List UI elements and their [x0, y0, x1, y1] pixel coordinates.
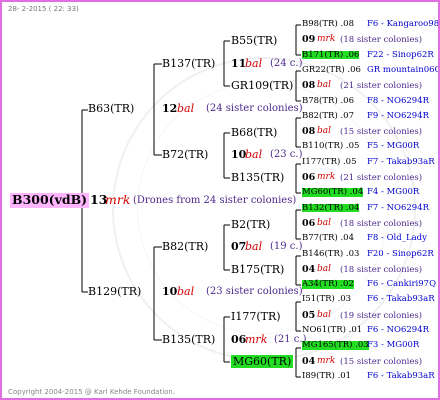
gen2-mark: bal	[245, 148, 263, 161]
gen4-location: F8 - NO6294R	[367, 95, 430, 106]
gen4-note: (18 sister colonies)	[340, 264, 423, 275]
gen3-queen[interactable]: B68(TR)	[231, 127, 277, 138]
gen4-queen[interactable]: B132(TR) .04	[302, 204, 360, 213]
gen4-mark: mrk	[317, 172, 336, 182]
gen4-note: (15 sister colonies)	[340, 356, 423, 367]
gen1-note: (24 sister colonies)	[206, 103, 303, 114]
gen4-queen[interactable]: I177(TR) .05	[302, 158, 357, 167]
root-note: (Drones from 24 sister colonies)	[133, 195, 297, 206]
gen4-mark: bal	[317, 263, 332, 274]
gen4-queen[interactable]: A34(TR) .02	[302, 280, 354, 289]
gen4-location: F6 - Cankiri97Q	[367, 279, 437, 290]
gen1-mark: bal	[177, 285, 195, 298]
gen4-location: F4 - MG00R	[367, 187, 420, 198]
gen2-mark: bal	[245, 240, 263, 253]
gen2-note: (23 c.)	[270, 149, 303, 160]
gen2-mark: bal	[245, 57, 263, 70]
gen4-location: F20 - Sinop62R	[367, 248, 434, 259]
gen4-location: F7 - NO6294R	[367, 202, 430, 213]
gen4-queen[interactable]: B110(TR) .05	[302, 142, 359, 151]
gen4-queen[interactable]: NO61(TR) .01	[302, 326, 362, 335]
gen2-note: (19 c.)	[270, 241, 303, 252]
gen4-year: 08	[302, 126, 316, 138]
gen4-queen[interactable]: B77(TR) .04	[302, 234, 354, 243]
gen4-location: F6 - Kangaroo98R	[367, 19, 440, 29]
gen2-queen[interactable]: B82(TR)	[162, 241, 208, 252]
gen4-queen[interactable]: B171(TR) .06	[302, 51, 360, 60]
gen4-mark: bal	[317, 80, 332, 91]
gen1-queen[interactable]: B63(TR)	[88, 103, 134, 114]
gen4-queen[interactable]: B98(TR) .08	[302, 20, 354, 29]
gen4-year: 06	[302, 217, 316, 229]
gen4-queen[interactable]: B146(TR) .03	[302, 249, 359, 259]
gen4-year: 05	[302, 309, 316, 321]
gen4-location: F9 - NO6294R	[367, 110, 430, 121]
gen4-location: F22 - Sinop62R	[367, 49, 434, 60]
gen1-mark: bal	[177, 102, 195, 115]
gen3-queen[interactable]: I177(TR)	[231, 311, 281, 322]
gen4-mark: mrk	[317, 34, 336, 45]
gen1-queen[interactable]: B129(TR)	[88, 286, 141, 297]
gen1-note: (23 sister colonies)	[206, 286, 303, 297]
gen4-mark: mrk	[317, 355, 336, 366]
gen2-note: (24 c.)	[270, 58, 303, 69]
gen3-queen[interactable]: B2(TR)	[231, 219, 270, 230]
gen4-year: 09	[302, 34, 316, 46]
gen1-year: 10	[162, 285, 178, 298]
gen3-queen[interactable]: B55(TR)	[231, 35, 277, 46]
gen4-year: 04	[302, 263, 316, 275]
gen4-mark: bal	[317, 217, 332, 228]
gen4-note: (15 sister colonies)	[340, 127, 423, 138]
gen4-queen[interactable]: B78(TR) .06	[302, 96, 354, 106]
gen4-queen[interactable]: I51(TR) .03	[302, 295, 351, 304]
gen4-queen[interactable]: B82(TR) .07	[302, 112, 354, 121]
gen4-year: 06	[302, 172, 316, 183]
gen4-note: (18 sister colonies)	[340, 218, 423, 229]
gen4-year: 08	[302, 80, 316, 92]
gen4-year: 04	[302, 355, 316, 367]
gen4-queen[interactable]: MG60(TR) .04	[302, 188, 364, 197]
gen4-queen[interactable]: MG165(TR) .03	[302, 341, 369, 350]
gen2-queen[interactable]: B135(TR)	[162, 334, 215, 345]
gen3-queen[interactable]: B135(TR)	[231, 172, 284, 183]
gen3-queen[interactable]: GR109(TR)	[231, 80, 293, 91]
gen4-note: (21 sister colonies)	[340, 173, 423, 183]
gen2-queen[interactable]: B137(TR)	[162, 58, 215, 69]
gen3-queen[interactable]: B175(TR)	[231, 264, 284, 275]
gen4-mark: bal	[317, 309, 332, 320]
gen2-mark: mrk	[245, 333, 268, 346]
root-mark: mrk	[105, 192, 131, 207]
gen4-queen[interactable]: GR22(TR) .06	[302, 66, 361, 75]
gen4-location: F3 - MG00R	[367, 340, 420, 351]
root-queen[interactable]: B300(vdB)	[10, 193, 90, 208]
gen4-location: F5 - MG00R	[367, 141, 420, 152]
gen4-mark: bal	[317, 126, 332, 137]
gen4-location: F6 - NO6294R	[367, 325, 430, 335]
gen4-note: (18 sister colonies)	[340, 35, 423, 46]
gen1-year: 12	[162, 102, 178, 115]
gen4-location: F7 - Takab93aR	[367, 156, 435, 167]
gen4-location: F8 - Old_Lady	[367, 233, 427, 244]
pedigree-frame: 28- 2-2015 ( 22: 33) B300(vdB) 13 mrk (D…	[0, 0, 440, 400]
gen2-queen[interactable]: B72(TR)	[162, 149, 208, 160]
gen4-location: F6 - Takab93aR	[367, 294, 435, 305]
gen4-location: GR mountain06Q	[367, 64, 440, 75]
gen4-note: (19 sister colonies)	[340, 310, 423, 321]
report-date: 28- 2-2015 ( 22: 33)	[8, 5, 79, 13]
gen4-queen[interactable]: I89(TR) .01	[302, 372, 351, 381]
gen3-queen[interactable]: MG60(TR)	[231, 355, 294, 368]
gen4-location: F6 - Takab93aR	[367, 370, 435, 381]
gen4-note: (21 sister colonies)	[340, 81, 423, 92]
copyright: Copyright 2004-2015 @ Karl Kehde Foundat…	[8, 388, 176, 396]
